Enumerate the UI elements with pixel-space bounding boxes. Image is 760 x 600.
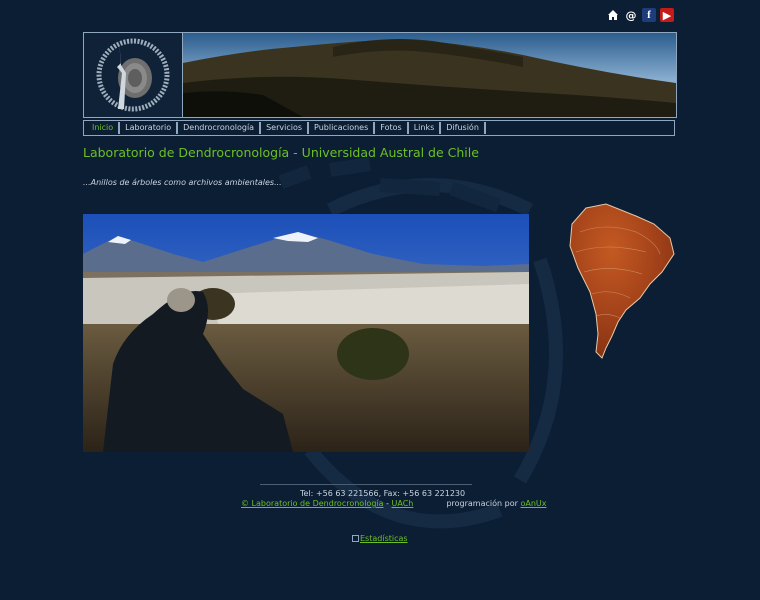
banner-landscape-image [183,33,676,117]
top-icon-bar: @ f ▶ [606,8,674,22]
nav-item-fotos[interactable]: Fotos [375,122,409,134]
main-nav: Inicio Laboratorio Dendrocronología Serv… [83,120,675,136]
stats-badge: Estadísticas [352,534,408,543]
nav-item-laboratorio[interactable]: Laboratorio [120,122,179,134]
nav-item-difusion[interactable]: Difusión [441,122,486,134]
programming-label: programación por [446,499,518,508]
page-tagline: ...Anillos de árboles como archivos ambi… [83,178,282,187]
stats-link[interactable]: Estadísticas [360,534,408,543]
south-america-map [566,202,676,362]
broken-image-icon [352,535,359,542]
footer-separator: - [386,499,389,508]
at-icon[interactable]: @ [624,8,638,22]
copyright-link[interactable]: © Laboratorio de Dendrocronología [241,499,384,508]
nav-item-publicaciones[interactable]: Publicaciones [309,122,376,134]
footer-divider [260,484,472,485]
main-photo-altiplano [83,214,529,452]
lab-logo[interactable] [84,33,183,117]
nav-item-dendrocronologia[interactable]: Dendrocronología [178,122,262,134]
youtube-icon[interactable]: ▶ [660,8,674,22]
footer-contact: Tel: +56 63 221566, Fax: +56 63 221230 [300,489,466,498]
logo-seal-graphic [96,38,170,112]
uach-link[interactable]: UACh [392,499,414,508]
footer-credits: © Laboratorio de Dendrocronología - UACh… [241,499,546,508]
facebook-icon[interactable]: f [642,8,656,22]
nav-item-links[interactable]: Links [409,122,442,134]
page-title: Laboratorio de Dendrocronología - Univer… [83,145,479,160]
nav-item-inicio[interactable]: Inicio [87,122,121,134]
header-banner [83,32,677,118]
home-icon[interactable] [606,8,620,22]
author-link[interactable]: oAnUx [520,499,546,508]
nav-item-servicios[interactable]: Servicios [261,122,310,134]
